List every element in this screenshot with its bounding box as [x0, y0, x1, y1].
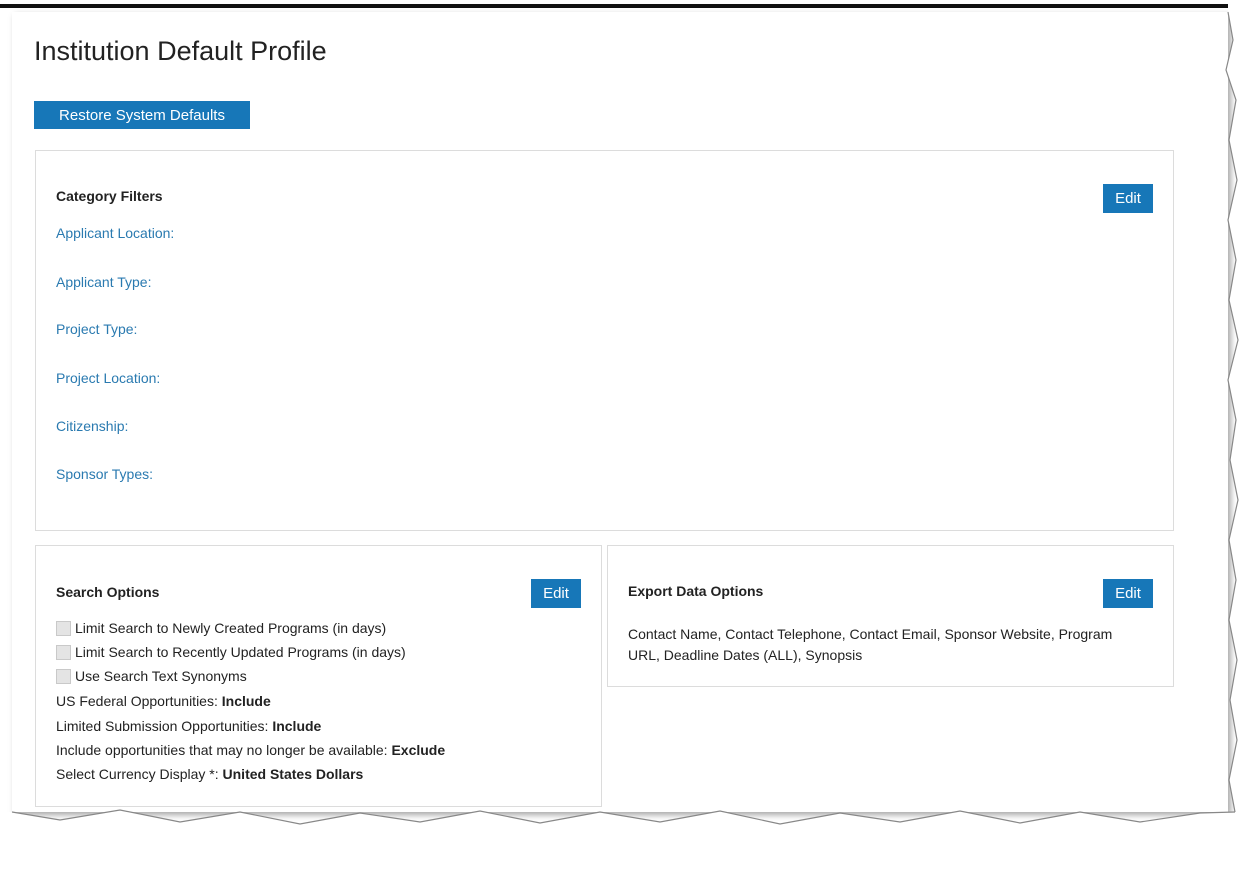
search-options-title: Search Options [56, 584, 160, 600]
setting-limited-submission: Limited Submission Opportunities: Includ… [56, 718, 321, 734]
export-data-options-title: Export Data Options [628, 583, 764, 599]
filter-project-type: Project Type: [56, 321, 138, 337]
setting-value: Include [272, 718, 322, 734]
category-filters-panel: Category Filters Edit Applicant Location… [35, 150, 1174, 531]
filter-applicant-location: Applicant Location: [56, 225, 175, 241]
filter-sponsor-types: Sponsor Types: [56, 466, 154, 482]
recently-updated-label: Limit Search to Recently Updated Program… [75, 644, 406, 660]
export-data-options-edit-button[interactable]: Edit [1103, 579, 1153, 608]
export-data-options-panel: Export Data Options Edit Contact Name, C… [607, 545, 1174, 687]
filter-citizenship: Citizenship: [56, 418, 129, 434]
setting-label: Include opportunities that may no longer… [56, 742, 392, 758]
setting-us-federal: US Federal Opportunities: Include [56, 693, 271, 709]
category-filters-title: Category Filters [56, 188, 163, 204]
filter-project-location: Project Location: [56, 370, 161, 386]
search-options-panel: Search Options Edit Limit Search to Newl… [35, 545, 602, 807]
setting-no-longer-available: Include opportunities that may no longer… [56, 742, 445, 758]
setting-label: Limited Submission Opportunities: [56, 718, 273, 734]
filter-applicant-type: Applicant Type: [56, 274, 152, 290]
recently-updated-checkbox[interactable] [56, 645, 71, 660]
newly-created-checkbox[interactable] [56, 621, 71, 636]
setting-value: Include [221, 693, 271, 709]
setting-label: US Federal Opportunities: [56, 693, 222, 709]
top-rule [0, 4, 1236, 8]
synonyms-label: Use Search Text Synonyms [75, 668, 247, 684]
search-options-edit-button[interactable]: Edit [531, 579, 581, 608]
restore-system-defaults-button[interactable]: Restore System Defaults [34, 101, 250, 129]
page-title: Institution Default Profile [34, 36, 327, 66]
export-fields-text: Contact Name, Contact Telephone, Contact… [628, 626, 1113, 663]
setting-value: Exclude [391, 742, 446, 758]
setting-value: United States Dollars [222, 766, 364, 782]
category-filters-edit-button[interactable]: Edit [1103, 184, 1153, 213]
synonyms-checkbox[interactable] [56, 669, 71, 684]
newly-created-label: Limit Search to Newly Created Programs (… [75, 620, 387, 636]
setting-currency-display: Select Currency Display *: United States… [56, 766, 363, 782]
setting-label: Select Currency Display *: [56, 766, 223, 782]
checkbox-row-recently-updated: Limit Search to Recently Updated Program… [56, 644, 406, 660]
checkbox-row-synonyms: Use Search Text Synonyms [56, 668, 247, 684]
checkbox-row-newly-created: Limit Search to Newly Created Programs (… [56, 620, 386, 636]
